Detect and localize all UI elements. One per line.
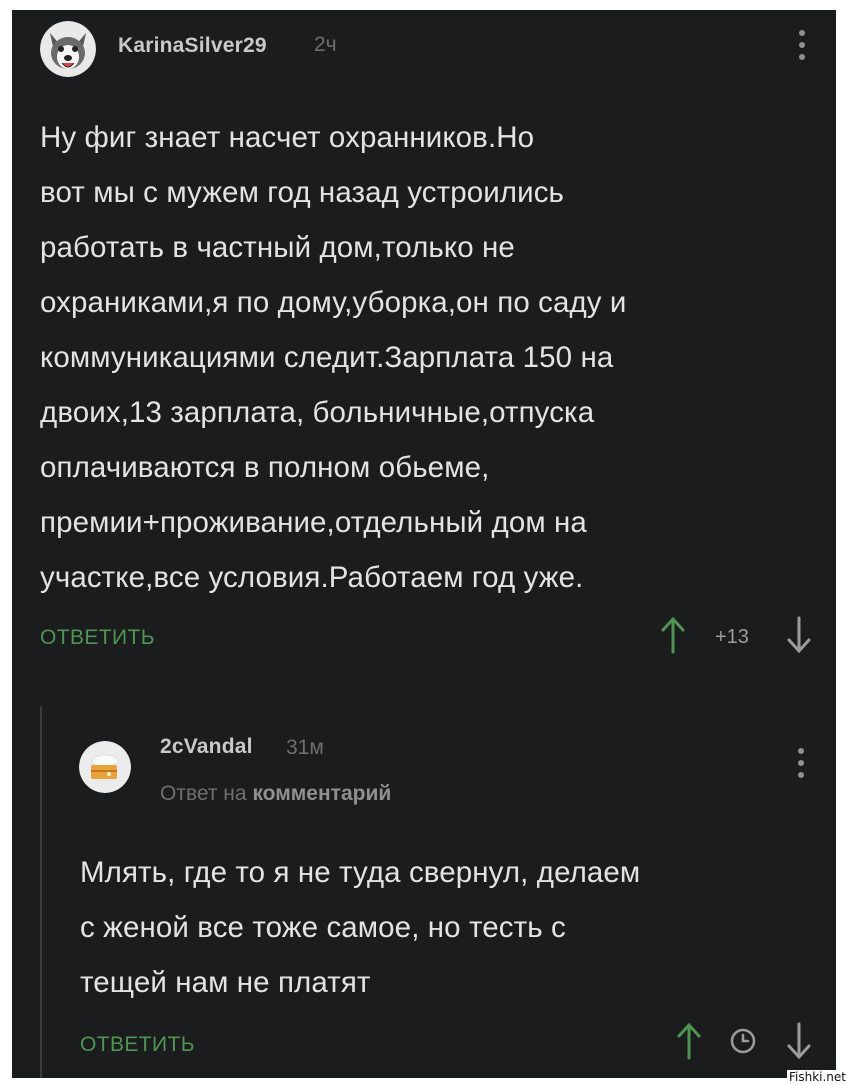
reply-more-options-icon[interactable] <box>792 746 810 782</box>
reply-time: 31м <box>286 736 324 759</box>
comment-time: 2ч <box>314 33 337 56</box>
comment-text: Ну фиг знает насчет охранников.Но вот мы… <box>40 121 627 594</box>
thread-line <box>40 706 42 1078</box>
more-options-icon[interactable] <box>793 28 811 64</box>
reply-downvote-arrow-icon[interactable] <box>786 1022 812 1060</box>
avatar[interactable] <box>40 21 96 77</box>
watermark: Fishki.net <box>786 1070 848 1084</box>
reply-to-prefix: Ответ на <box>160 782 247 805</box>
reply-button[interactable]: ОТВЕТИТЬ <box>40 626 155 650</box>
cake-avatar-icon <box>79 741 131 793</box>
reply-upvote-arrow-icon[interactable] <box>676 1022 702 1060</box>
husky-dog-avatar-icon <box>40 21 96 77</box>
reply-text: Млять, где то я не туда свернул, делаем … <box>80 856 641 999</box>
reply-author[interactable]: 2cVandal <box>160 735 253 759</box>
reply-avatar[interactable] <box>79 741 131 793</box>
score: +13 <box>715 626 749 648</box>
upvote-arrow-icon[interactable] <box>660 616 686 654</box>
reply-to-link[interactable]: комментарий <box>252 782 391 805</box>
reply-to-line: Ответ на комментарий <box>160 782 391 806</box>
reply-reply-button[interactable]: ОТВЕТИТЬ <box>80 1033 195 1057</box>
downvote-arrow-icon[interactable] <box>786 616 812 654</box>
comment-author[interactable]: KarinaSilver29 <box>118 34 267 58</box>
clock-icon[interactable] <box>728 1026 758 1056</box>
